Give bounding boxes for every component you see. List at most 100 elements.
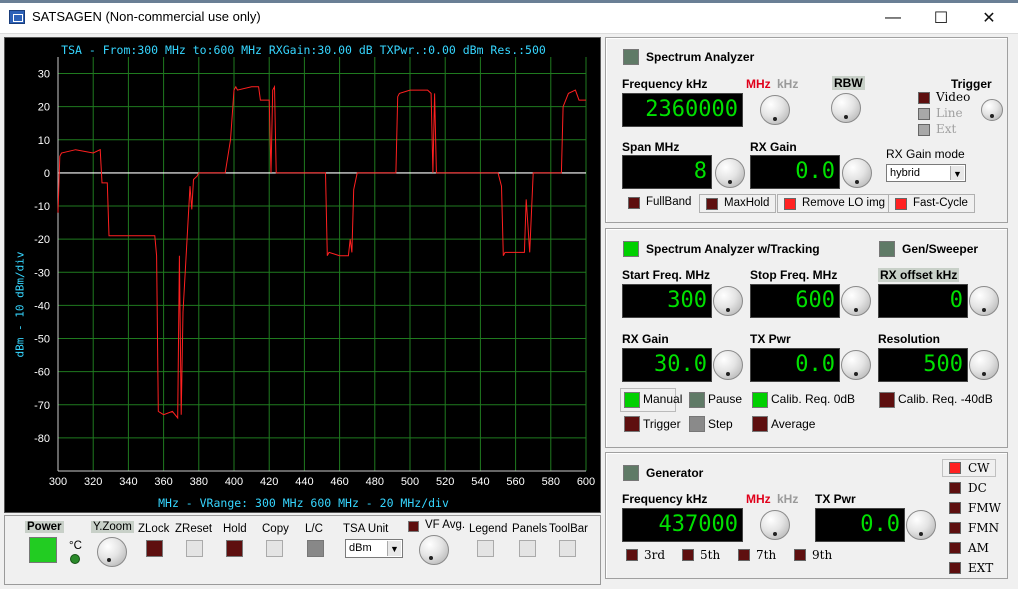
gen-frequency-knob[interactable]: [760, 510, 790, 540]
pause-label: Pause: [708, 392, 743, 406]
x-tick-label: 320: [84, 476, 102, 488]
rx-gain-mode-select[interactable]: hybrid ▼: [886, 164, 966, 182]
x-tick-label: 420: [260, 476, 278, 488]
yzoom-label: Y.Zoom: [91, 521, 134, 533]
hold-toggle[interactable]: [226, 540, 243, 557]
close-button[interactable]: ✕: [966, 4, 1012, 32]
remove-lo-button[interactable]: Remove LO img: [777, 194, 893, 213]
gen-unit-khz[interactable]: kHz: [777, 492, 798, 506]
lc-toggle[interactable]: [307, 540, 324, 557]
sa-unit-mhz[interactable]: MHz: [746, 77, 771, 91]
tr-rx-gain-knob[interactable]: [713, 350, 743, 380]
tr-rx-gain-display[interactable]: 30.0: [622, 348, 712, 382]
gen-frequency-display[interactable]: 437000: [622, 508, 743, 542]
x-tick-label: 300: [49, 476, 67, 488]
x-tick-label: 460: [330, 476, 348, 488]
stop-freq-knob[interactable]: [841, 286, 871, 316]
start-freq-display[interactable]: 300: [622, 284, 712, 318]
span-display[interactable]: 8: [622, 155, 712, 189]
fullband-button[interactable]: FullBand: [622, 194, 698, 213]
x-tick-label: 380: [190, 476, 208, 488]
pause-indicator[interactable]: [689, 392, 705, 408]
tr-trigger-indicator[interactable]: [624, 416, 640, 432]
mode-ext-box[interactable]: [949, 562, 961, 574]
resolution-knob[interactable]: [969, 350, 999, 380]
step-label: Step: [708, 417, 733, 431]
yzoom-knob[interactable]: [97, 537, 127, 567]
mode-dc-box[interactable]: [949, 482, 961, 494]
tr-tx-pwr-knob[interactable]: [841, 350, 871, 380]
harmonic-7th-box[interactable]: [738, 549, 750, 561]
sa-frequency-display[interactable]: 2360000: [622, 93, 743, 127]
plot-ylabel: dBm - 10 dBm/div: [13, 251, 27, 358]
fast-cycle-box: [895, 198, 907, 210]
minimize-button[interactable]: —: [870, 4, 916, 32]
harmonic-7th-label: 7th: [756, 548, 777, 562]
mode-fmw-box[interactable]: [949, 502, 961, 514]
y-tick-label: -20: [34, 234, 50, 246]
harmonic-9th-box[interactable]: [794, 549, 806, 561]
copy-button[interactable]: [266, 540, 283, 557]
toolbar-button[interactable]: [559, 540, 576, 557]
rx-gain-mode-value: hybrid: [890, 167, 920, 179]
sa-frequency-knob[interactable]: [760, 95, 790, 125]
gen-sweeper-indicator[interactable]: [879, 241, 895, 257]
sa-unit-khz[interactable]: kHz: [777, 77, 798, 91]
stop-freq-label: Stop Freq. MHz: [750, 268, 838, 282]
tr-rx-gain-label: RX Gain: [622, 332, 669, 346]
rx-offset-knob[interactable]: [969, 286, 999, 316]
calib-0db-indicator[interactable]: [752, 392, 768, 408]
harmonic-5th-box[interactable]: [682, 549, 694, 561]
trigger-line-box[interactable]: [918, 108, 930, 120]
generator-indicator[interactable]: [623, 465, 639, 481]
average-indicator[interactable]: [752, 416, 768, 432]
stop-freq-display[interactable]: 600: [750, 284, 840, 318]
span-knob[interactable]: [715, 158, 745, 188]
spectrum-analyzer-indicator[interactable]: [623, 49, 639, 65]
sa-rx-gain-knob[interactable]: [842, 158, 872, 188]
rbw-knob[interactable]: [831, 93, 861, 123]
x-tick-label: 400: [225, 476, 243, 488]
step-indicator[interactable]: [689, 416, 705, 432]
generator-panel: Generator Frequency kHz MHz kHz 437000 T…: [605, 452, 1008, 579]
gen-unit-mhz[interactable]: MHz: [746, 492, 771, 506]
trigger-video-box[interactable]: [918, 92, 930, 104]
tr-tx-pwr-display[interactable]: 0.0: [750, 348, 840, 382]
spectrum-plot[interactable]: 300 320 340 360 380 400 420 440 460 480 500 520 540 5…: [4, 37, 601, 513]
remove-lo-label: Remove LO img: [802, 197, 886, 209]
zlock-toggle[interactable]: [146, 540, 163, 557]
fast-cycle-button[interactable]: Fast-Cycle: [888, 194, 975, 213]
rx-offset-label: RX offset kHz: [878, 268, 960, 282]
start-freq-knob[interactable]: [713, 286, 743, 316]
mode-am-box[interactable]: [949, 542, 961, 554]
window-title: SATSAGEN (Non-commercial use only): [32, 9, 261, 24]
panels-button[interactable]: [519, 540, 536, 557]
y-tick-label: 30: [38, 69, 50, 81]
mode-fmn-box[interactable]: [949, 522, 961, 534]
trigger-knob[interactable]: [981, 99, 1003, 121]
zreset-button[interactable]: [186, 540, 203, 557]
calib-40db-indicator[interactable]: [879, 392, 895, 408]
legend-button[interactable]: [477, 540, 494, 557]
trigger-ext-box[interactable]: [918, 124, 930, 136]
maximize-button[interactable]: ☐: [918, 4, 964, 32]
gen-tx-pwr-knob[interactable]: [906, 510, 936, 540]
resolution-display[interactable]: 500: [878, 348, 968, 382]
generator-title: Generator: [646, 466, 704, 480]
tracking-indicator[interactable]: [623, 241, 639, 257]
lc-label: L/C: [305, 523, 323, 535]
vf-avg-toggle[interactable]: [408, 521, 419, 532]
maxhold-box: [706, 198, 718, 210]
power-button[interactable]: [29, 537, 57, 563]
sa-frequency-label: Frequency kHz: [622, 77, 708, 91]
sa-rx-gain-display[interactable]: 0.0: [750, 155, 840, 189]
rx-offset-display[interactable]: 0: [878, 284, 968, 318]
harmonic-3rd-box[interactable]: [626, 549, 638, 561]
tsa-unit-select[interactable]: dBm ▼: [345, 539, 403, 558]
maxhold-button[interactable]: MaxHold: [699, 194, 777, 213]
gen-tx-pwr-display[interactable]: 0.0: [815, 508, 905, 542]
vf-avg-knob[interactable]: [419, 535, 449, 565]
x-tick-label: 560: [506, 476, 524, 488]
x-tick-label: 440: [295, 476, 313, 488]
tr-trigger-label: Trigger: [643, 417, 681, 431]
